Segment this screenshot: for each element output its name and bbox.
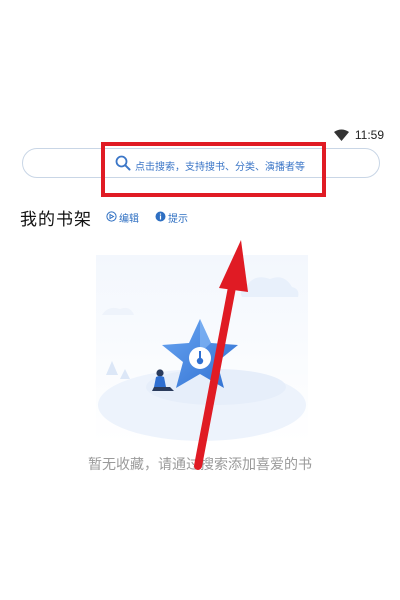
info-icon [155,211,166,225]
highlight-annotation [101,142,326,197]
shelf-header: 我的书架 编辑 提示 [20,205,188,230]
status-time: 11:59 [354,128,384,142]
shelf-title: 我的书架 [20,210,92,230]
empty-illustration [96,255,308,443]
status-bar: 11:59 [333,126,384,144]
hint-label: 提示 [168,214,188,225]
edit-button[interactable]: 编辑 [106,210,139,225]
empty-message: 暂无收藏，请通过搜索添加喜爱的书 [88,457,312,473]
wifi-icon [333,129,349,141]
edit-label: 编辑 [119,214,139,225]
edit-icon [106,210,117,225]
hint-button[interactable]: 提示 [155,210,188,225]
